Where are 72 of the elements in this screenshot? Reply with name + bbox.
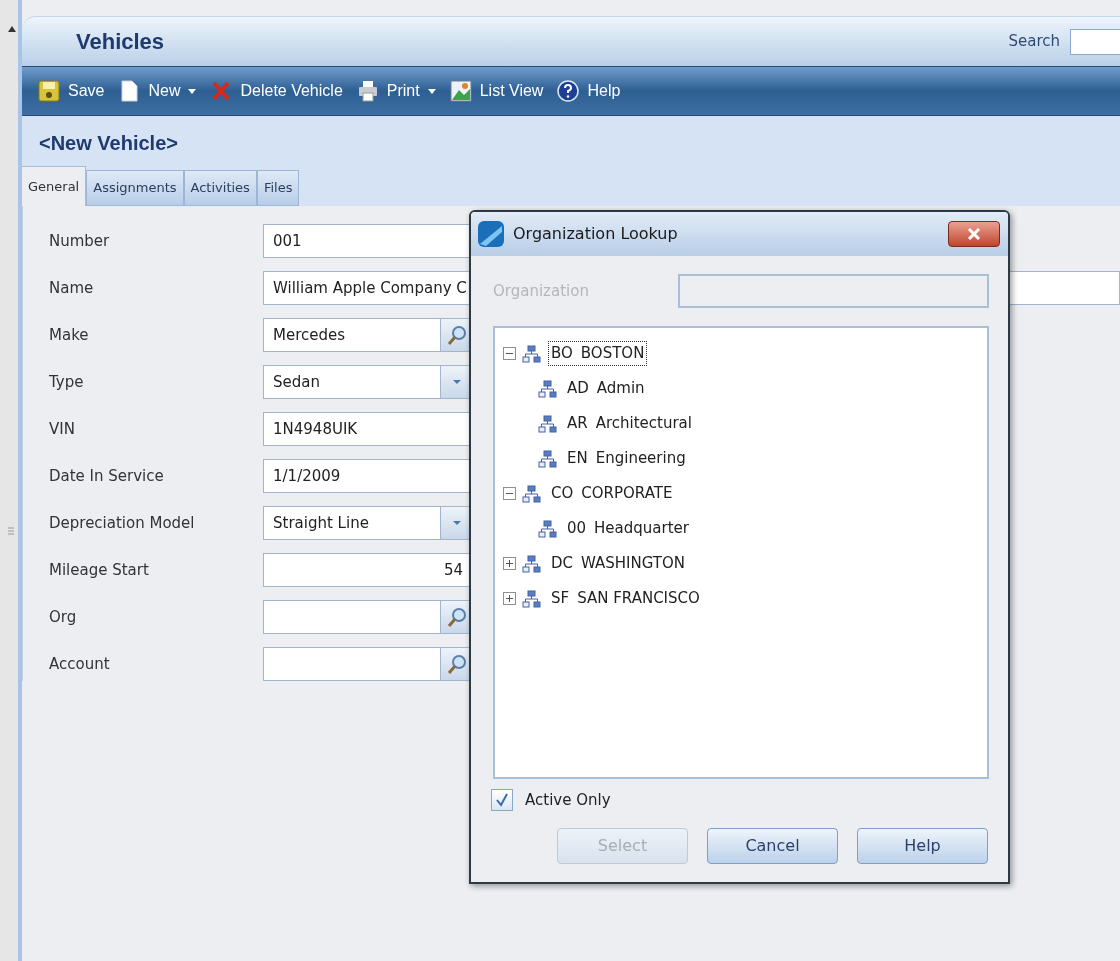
help-button[interactable]: Help: [557, 79, 621, 103]
new-button[interactable]: New: [118, 79, 197, 103]
help-icon: [557, 80, 580, 102]
save-button[interactable]: Save: [38, 79, 105, 103]
org-chart-icon: [522, 344, 542, 363]
checkbox[interactable]: [491, 789, 513, 812]
dropdown-button[interactable]: [440, 366, 472, 398]
collapse-icon[interactable]: [503, 487, 516, 500]
delete-button[interactable]: Delete Vehicle: [210, 79, 343, 103]
tree-item[interactable]: BO BOSTON: [548, 341, 648, 366]
expand-icon[interactable]: [503, 592, 516, 605]
field-label: VIN: [49, 418, 76, 440]
field-label: Org: [49, 606, 78, 628]
document-icon: [118, 80, 141, 102]
tree-item[interactable]: EN Engineering: [564, 446, 689, 471]
check-icon: [495, 793, 509, 808]
collapse-icon[interactable]: [503, 347, 516, 360]
dropdown-button[interactable]: [440, 507, 472, 539]
tree-item[interactable]: DC WASHINGTON: [548, 551, 689, 576]
org-chart-icon: [538, 519, 558, 538]
scroll-up-icon[interactable]: [8, 26, 16, 32]
tree-item[interactable]: AD Admin: [564, 376, 648, 401]
tree-item[interactable]: AR Architectural: [564, 411, 695, 436]
tree-item[interactable]: 00 Headquarter: [564, 516, 692, 541]
tab[interactable]: Assignments: [86, 170, 184, 206]
field-label: Mileage Start: [49, 559, 150, 581]
tab[interactable]: General: [22, 166, 87, 206]
printer-icon: [356, 80, 379, 102]
grip-icon[interactable]: [8, 527, 14, 535]
lookup-button[interactable]: [440, 319, 472, 351]
caret-icon: [452, 521, 461, 525]
checkbox-label: Active Only: [525, 790, 611, 811]
field-label: Date In Service: [49, 465, 165, 487]
org-chart-icon: [538, 414, 558, 433]
org-chart-icon: [522, 484, 542, 503]
search-field[interactable]: [1070, 28, 1120, 55]
org-chart-icon: [522, 589, 542, 608]
close-icon: [967, 228, 981, 240]
field-label: Depreciation Model: [49, 512, 196, 534]
search-label: Search: [1008, 31, 1060, 53]
tab[interactable]: Activities: [183, 170, 257, 206]
org-chart-icon: [538, 449, 558, 468]
search-icon: [445, 606, 468, 628]
close-button[interactable]: [948, 221, 1000, 247]
org-chart-icon: [522, 554, 542, 573]
organization-field[interactable]: [678, 274, 989, 308]
org-chart-icon: [538, 379, 558, 398]
dialog-button[interactable]: Cancel: [707, 827, 838, 864]
field-label: Type: [49, 371, 85, 393]
tab[interactable]: Files: [256, 170, 300, 206]
field-label: Number: [49, 230, 111, 252]
expand-icon[interactable]: [503, 557, 516, 570]
field-label: Make: [49, 324, 90, 346]
tree-item[interactable]: SF SAN FRANCISCO: [548, 586, 703, 611]
field-label: Name: [49, 277, 95, 299]
record-title: <New Vehicle>: [39, 131, 179, 156]
field-label: Account: [49, 653, 111, 675]
print-button[interactable]: Print: [356, 79, 436, 103]
dialog-title: Organization Lookup: [513, 223, 678, 245]
app-logo-icon: [477, 220, 505, 248]
landscape-icon: [449, 80, 472, 102]
search-icon: [445, 324, 468, 346]
search-icon: [445, 653, 468, 675]
lookup-button[interactable]: [440, 648, 472, 680]
caret-icon: [452, 380, 461, 384]
page-title: Vehicles: [76, 28, 165, 56]
tree-item[interactable]: CO CORPORATE: [548, 481, 676, 506]
dialog-button[interactable]: Help: [857, 827, 988, 864]
lookup-button[interactable]: [440, 601, 472, 633]
list-view-button[interactable]: List View: [449, 79, 544, 103]
floppy-icon: [38, 80, 60, 102]
organization-label: Organization: [493, 280, 590, 302]
